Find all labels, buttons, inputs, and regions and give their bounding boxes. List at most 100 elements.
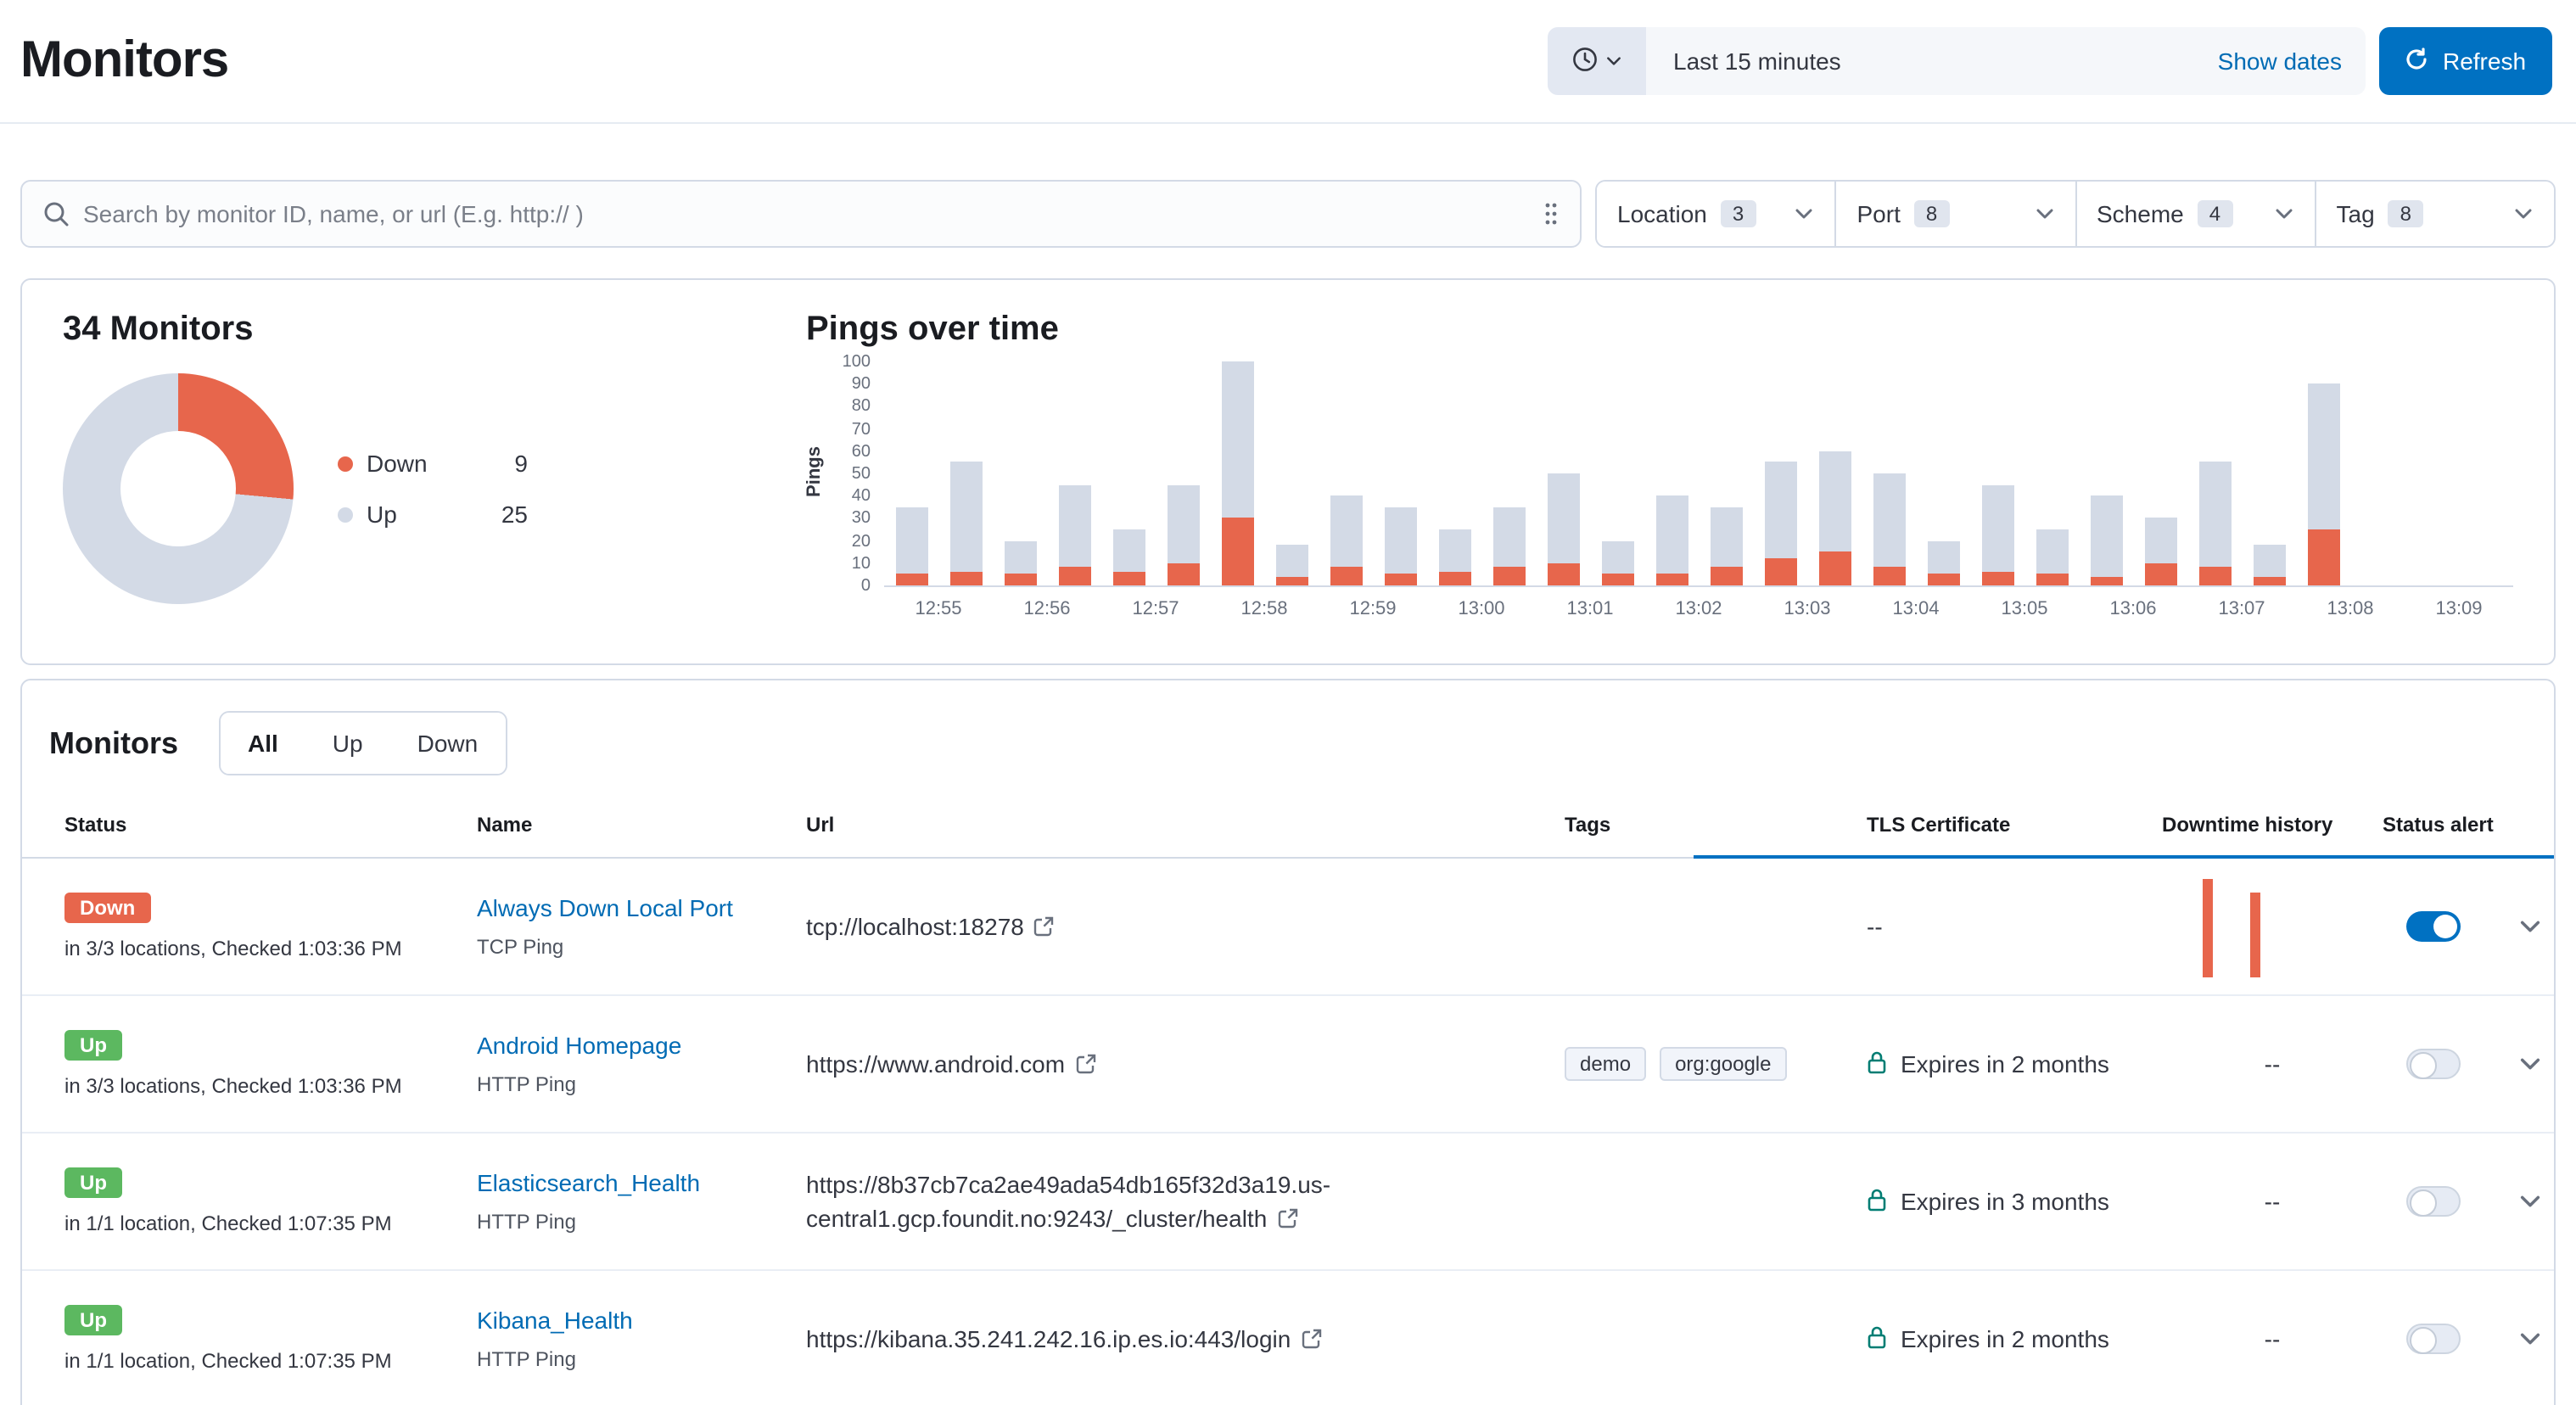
- chevron-down-icon: [2034, 204, 2054, 224]
- status-alert-toggle[interactable]: [2406, 1324, 2461, 1354]
- tag-badge[interactable]: demo: [1565, 1047, 1646, 1081]
- monitor-name-link[interactable]: Android Homepage: [477, 1032, 681, 1059]
- monitor-url: https://www.android.com: [806, 1050, 1065, 1077]
- legend-up: Up 25: [338, 501, 528, 528]
- external-link-icon[interactable]: [1075, 1048, 1095, 1082]
- table-loading-bar: [1693, 855, 2554, 859]
- monitor-url: tcp://localhost:18278: [806, 912, 1024, 939]
- bar-up-segment: [2198, 462, 2231, 568]
- bar-down-segment: [1221, 518, 1253, 585]
- time-range-value[interactable]: Last 15 minutes: [1646, 48, 2194, 75]
- monitors-list-title: Monitors: [49, 725, 178, 761]
- bar-up-segment: [1167, 484, 1199, 563]
- donut-legend: Down 9 Up 25: [338, 450, 528, 528]
- table-row: Up in 1/1 location, Checked 1:07:35 PM E…: [22, 1134, 2554, 1271]
- checked-text: in 3/3 locations, Checked 1:03:36 PM: [64, 937, 402, 960]
- filter-location[interactable]: Location 3: [1597, 182, 1837, 246]
- tls-value: Expires in 2 months: [1901, 1325, 2109, 1352]
- header-controls: Last 15 minutes Show dates Refresh: [1548, 27, 2552, 95]
- bar-plot-area: [884, 363, 2513, 587]
- col-status: Status: [64, 813, 477, 837]
- bar-up-segment: [1710, 507, 1742, 568]
- query-menu-icon[interactable]: [1522, 200, 1580, 227]
- refresh-button[interactable]: Refresh: [2379, 27, 2552, 95]
- clock-icon: [1571, 45, 1599, 77]
- search-toolbar: Location 3 Port 8 Scheme 4 Tag 8: [20, 180, 2556, 248]
- status-filter-tabs: All Up Down: [219, 711, 507, 775]
- legend-down-dot: [338, 456, 353, 471]
- donut-hole: [120, 431, 236, 546]
- filter-tag-count: 8: [2388, 200, 2423, 227]
- downtime-value: --: [2265, 1050, 2281, 1078]
- monitor-name-link[interactable]: Always Down Local Port: [477, 894, 733, 921]
- status-alert-toggle[interactable]: [2406, 911, 2461, 942]
- monitors-list-panel: Monitors All Up Down Status Name Url Tag…: [20, 679, 2556, 1405]
- x-axis-tick-label: 13:01: [1566, 599, 1613, 619]
- filter-scheme[interactable]: Scheme 4: [2076, 182, 2316, 246]
- filter-port[interactable]: Port 8: [1837, 182, 2077, 246]
- bar-up-segment: [1275, 546, 1308, 577]
- expand-row-button[interactable]: [2512, 1320, 2549, 1357]
- bar-down-segment: [1547, 563, 1579, 585]
- expand-row-button[interactable]: [2512, 1045, 2549, 1083]
- lock-icon: [1867, 1324, 1887, 1353]
- filter-port-count: 8: [1914, 200, 1949, 227]
- status-badge: Up: [64, 1167, 122, 1198]
- legend-down-label: Down: [367, 450, 428, 477]
- tab-all[interactable]: All: [221, 713, 305, 774]
- tab-up[interactable]: Up: [305, 713, 390, 774]
- bar-up-segment: [2307, 383, 2339, 529]
- status-alert-toggle[interactable]: [2406, 1049, 2461, 1079]
- bar-down-segment: [2198, 568, 2231, 585]
- monitor-name-link[interactable]: Elasticsearch_Health: [477, 1169, 700, 1196]
- refresh-icon: [2405, 47, 2429, 76]
- bar-down-segment: [1981, 572, 2013, 585]
- bar-down-segment: [2036, 574, 2068, 585]
- legend-down: Down 9: [338, 450, 528, 477]
- legend-up-dot: [338, 507, 353, 522]
- bar-down-segment: [2307, 529, 2339, 585]
- filter-tag-label: Tag: [2337, 200, 2375, 227]
- expand-row-button[interactable]: [2512, 1183, 2549, 1220]
- legend-down-value: 9: [514, 450, 528, 477]
- monitors-count-title: 34 Monitors: [63, 311, 782, 350]
- x-axis-tick-label: 13:03: [1784, 599, 1830, 619]
- bar-down-segment: [895, 574, 927, 585]
- col-name: Name: [477, 813, 806, 837]
- search-box: [20, 180, 1582, 248]
- overview-panel: 34 Monitors Down 9 Up 25: [20, 278, 2556, 665]
- chevron-down-icon: [1605, 48, 1622, 74]
- x-axis-ticks: 12:5512:5612:5712:5812:5913:0013:0113:02…: [884, 599, 2513, 623]
- bar-up-segment: [1221, 361, 1253, 518]
- tab-down[interactable]: Down: [390, 713, 506, 774]
- filter-tag[interactable]: Tag 8: [2316, 182, 2555, 246]
- tls-value: --: [1867, 913, 1883, 940]
- time-quick-select-button[interactable]: [1548, 27, 1646, 95]
- bar-down-segment: [1710, 568, 1742, 585]
- chevron-down-icon: [2513, 204, 2534, 224]
- bar-up-segment: [2144, 518, 2176, 563]
- monitor-type: HTTP Ping: [477, 1347, 576, 1371]
- bar-up-segment: [1112, 529, 1145, 572]
- search-input[interactable]: [83, 182, 1522, 246]
- chevron-down-icon: [2274, 204, 2294, 224]
- col-url: Url: [806, 813, 1565, 837]
- x-axis-tick-label: 13:02: [1675, 599, 1722, 619]
- expand-row-button[interactable]: [2512, 908, 2549, 945]
- refresh-label: Refresh: [2443, 48, 2526, 75]
- show-dates-button[interactable]: Show dates: [2194, 48, 2366, 75]
- x-axis-tick-label: 12:59: [1349, 599, 1396, 619]
- y-axis-label: Pings: [804, 446, 825, 497]
- external-link-icon[interactable]: [1301, 1323, 1321, 1357]
- filter-port-label: Port: [1857, 200, 1901, 227]
- status-alert-toggle[interactable]: [2406, 1186, 2461, 1217]
- external-link-icon[interactable]: [1277, 1202, 1297, 1236]
- bar-down-segment: [1384, 574, 1416, 585]
- external-link-icon[interactable]: [1034, 910, 1055, 944]
- tag-badge[interactable]: org:google: [1660, 1047, 1786, 1081]
- filter-group: Location 3 Port 8 Scheme 4 Tag 8: [1595, 180, 2556, 248]
- col-tls: TLS Certificate: [1867, 813, 2162, 837]
- bar-down-segment: [1330, 568, 1362, 585]
- monitors-summary: 34 Monitors Down 9 Up 25: [63, 311, 782, 633]
- monitor-name-link[interactable]: Kibana_Health: [477, 1307, 633, 1334]
